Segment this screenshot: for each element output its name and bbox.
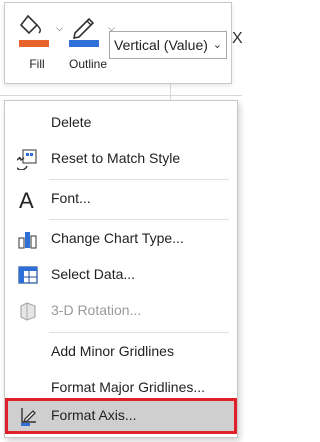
menu-item-reset-to-match-style[interactable]: Reset to Match Style [5, 141, 237, 177]
menu-item-label: Format Major Gridlines... [51, 379, 206, 395]
change-chart-type-icon [18, 232, 37, 249]
menu-item-label: Reset to Match Style [51, 150, 181, 166]
menu-item-label: 3-D Rotation... [51, 302, 142, 318]
menu-item-add-minor-gridlines[interactable]: Add Minor Gridlines [5, 334, 237, 370]
menu-item-label: Select Data... [51, 266, 136, 282]
menu-item-3d-rotation: 3-D Rotation... [5, 293, 237, 329]
svg-text:A: A [19, 188, 34, 210]
menu-item-label: Change Chart Type... [51, 230, 184, 246]
font-icon: A [19, 188, 34, 210]
reset-style-icon [17, 149, 37, 170]
pen-outline-icon [69, 17, 99, 47]
fill-button[interactable]: ⌵ Fill [11, 9, 63, 75]
grid-line [170, 82, 171, 100]
chevron-down-icon: ⌄ [212, 39, 222, 51]
menu-item-label: Format Axis... [51, 407, 137, 423]
menu-item-change-chart-type[interactable]: Change Chart Type... [5, 221, 237, 257]
fill-label: Fill [29, 57, 45, 71]
paint-bucket-icon [19, 14, 49, 47]
outline-button[interactable]: ⌵ Outline [61, 9, 115, 75]
context-menu: Delete Reset to Match Style A Font... Ch… [4, 100, 238, 438]
outline-label: Outline [68, 57, 108, 71]
mini-toolbar: ⌵ Fill ⌵ Outline Vertical (Value) ⌄ [4, 2, 232, 84]
format-axis-icon [21, 408, 36, 426]
menu-item-format-axis[interactable]: Format Axis... [5, 398, 237, 434]
menu-item-delete[interactable]: Delete [5, 105, 237, 141]
menu-separator [49, 179, 229, 180]
chart-element-select[interactable]: Vertical (Value) ⌄ [109, 31, 227, 59]
3d-rotation-icon [20, 302, 36, 321]
close-icon[interactable]: X [232, 30, 243, 48]
menu-separator [49, 332, 229, 333]
menu-item-label: Font... [51, 190, 91, 206]
menu-item-select-data[interactable]: Select Data... [5, 257, 237, 293]
menu-item-font[interactable]: A Font... [5, 181, 237, 217]
grid-line [0, 95, 242, 96]
menu-item-label: Add Minor Gridlines [51, 343, 174, 359]
menu-separator [49, 219, 229, 220]
chart-element-select-value: Vertical (Value) [114, 37, 208, 53]
menu-item-label: Delete [51, 114, 92, 130]
select-data-icon [18, 266, 38, 284]
